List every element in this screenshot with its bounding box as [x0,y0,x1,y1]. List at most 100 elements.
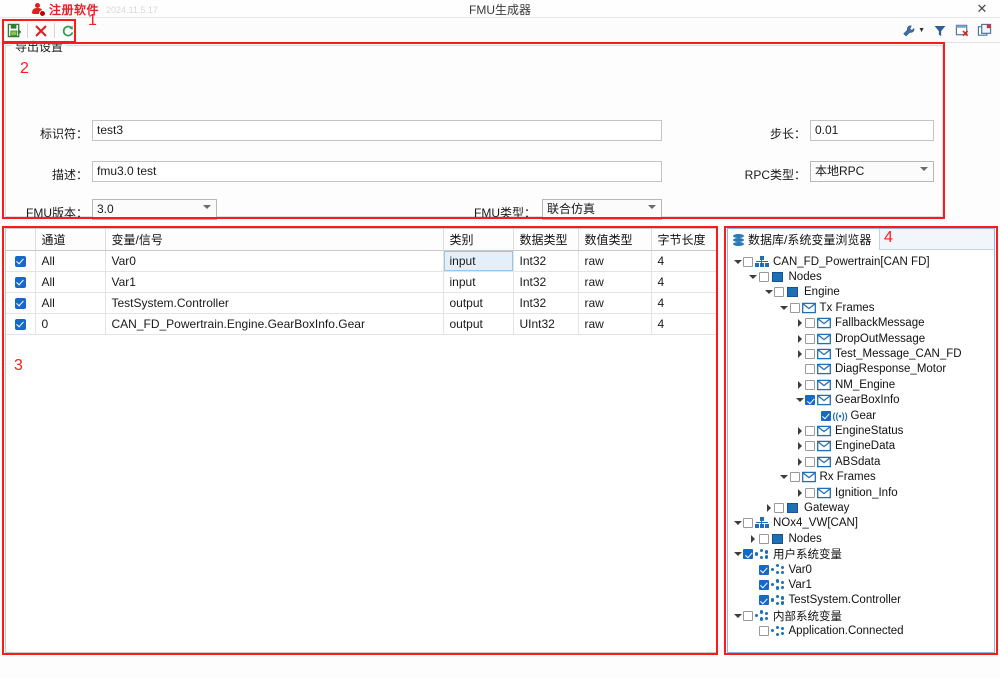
tree-checkbox-checked[interactable] [821,411,831,421]
identifier-input[interactable]: test3 [92,120,662,141]
tree-item[interactable]: Engine [728,285,994,300]
cell-byte-length[interactable]: 4 [651,313,716,334]
tree-checkbox-unchecked[interactable] [805,457,815,467]
chevron-down-icon[interactable] [763,290,774,294]
cell-channel[interactable]: All [35,292,105,313]
cell-value-type[interactable]: raw [578,250,651,271]
cell-channel[interactable]: 0 [35,313,105,334]
cell-byte-length[interactable]: 4 [651,292,716,313]
detach-window-button[interactable] [974,21,994,40]
chevron-right-icon[interactable] [763,504,774,512]
tree-checkbox-checked[interactable] [759,580,769,590]
tree-item[interactable]: DropOutMessage [728,331,994,346]
tree-item[interactable]: EngineData [728,439,994,454]
tree-item[interactable]: Nodes [728,531,994,546]
chevron-down-icon[interactable] [732,614,743,618]
table-header-cell[interactable]: 变量/信号 [105,229,443,250]
cell-byte-length[interactable]: 4 [651,250,716,271]
close-icon[interactable]: ✕ [972,0,992,18]
tree-checkbox-unchecked[interactable] [790,303,800,313]
tree-item[interactable]: ABSdata [728,454,994,469]
checkbox-checked-icon[interactable] [15,256,26,267]
cell-signal[interactable]: TestSystem.Controller [105,292,443,313]
chevron-down-icon[interactable] [732,521,743,525]
table-header-cell[interactable]: 数据类型 [513,229,578,250]
checkbox-checked-icon[interactable] [15,298,26,309]
tree-checkbox-unchecked[interactable] [774,287,784,297]
tree-checkbox-checked[interactable] [743,549,753,559]
tree-checkbox-unchecked[interactable] [805,349,815,359]
tree-item[interactable]: 用户系统变量 [728,546,994,561]
tree-item[interactable]: DiagResponse_Motor [728,362,994,377]
tree-checkbox-checked[interactable] [805,395,815,405]
chevron-right-icon[interactable] [794,335,805,343]
tree-item[interactable]: Application.Connected [728,623,994,638]
tree-item[interactable]: Rx Frames [728,469,994,484]
tree-item[interactable]: CAN_FD_Powertrain[CAN FD] [728,254,994,269]
tree-item[interactable]: TestSystem.Controller [728,593,994,608]
chevron-right-icon[interactable] [748,535,759,543]
tree-item[interactable]: FallbackMessage [728,316,994,331]
close-window-button[interactable] [952,21,972,40]
table-header-cell[interactable]: 字节长度 [651,229,716,250]
tree-checkbox-unchecked[interactable] [805,426,815,436]
cell-data-type[interactable]: UInt32 [513,313,578,334]
tree-checkbox-unchecked[interactable] [743,611,753,621]
tab-database-system-variable-browser[interactable]: 数据库/系统变量浏览器 [728,229,880,250]
chevron-right-icon[interactable] [794,442,805,450]
table-row[interactable]: AllVar1inputInt32raw4 [6,271,716,292]
chevron-right-icon[interactable] [794,489,805,497]
fmu-type-select[interactable]: 联合仿真 [542,199,662,220]
tree-checkbox-checked[interactable] [759,565,769,575]
tree-checkbox-unchecked[interactable] [759,626,769,636]
tree-checkbox-unchecked[interactable] [743,518,753,528]
tree-checkbox-unchecked[interactable] [805,364,815,374]
chevron-right-icon[interactable] [794,381,805,389]
variable-tree[interactable]: CAN_FD_Powertrain[CAN FD]NodesEngineTx F… [728,251,994,652]
signal-table-panel[interactable]: 通道变量/信号类别数据类型数值类型字节长度 AllVar0inputInt32r… [5,228,717,653]
tree-item[interactable]: GearBoxInfo [728,393,994,408]
cell-value-type[interactable]: raw [578,271,651,292]
tree-item[interactable]: Ignition_Info [728,485,994,500]
table-row[interactable]: AllTestSystem.ControlleroutputInt32raw4 [6,292,716,313]
tree-checkbox-unchecked[interactable] [743,257,753,267]
tree-item[interactable]: NOx4_VW[CAN] [728,516,994,531]
row-checkbox-cell[interactable] [6,250,35,271]
tree-item[interactable]: NM_Engine [728,377,994,392]
cell-data-type[interactable]: Int32 [513,292,578,313]
rpc-type-select[interactable]: 本地RPC [810,161,934,182]
cell-value-type[interactable]: raw [578,313,651,334]
checkbox-checked-icon[interactable] [15,319,26,330]
cell-byte-length[interactable]: 4 [651,271,716,292]
checkbox-checked-icon[interactable] [15,277,26,288]
chevron-right-icon[interactable] [794,427,805,435]
chevron-right-icon[interactable] [794,458,805,466]
cell-signal[interactable]: Var0 [105,250,443,271]
cell-category[interactable]: output [443,313,513,334]
tree-item[interactable]: 内部系统变量 [728,608,994,623]
tree-checkbox-unchecked[interactable] [759,534,769,544]
cell-signal[interactable]: CAN_FD_Powertrain.Engine.GearBoxInfo.Gea… [105,313,443,334]
table-header-cell[interactable]: 数值类型 [578,229,651,250]
step-size-input[interactable]: 0.01 [810,120,934,141]
tree-checkbox-unchecked[interactable] [805,318,815,328]
table-row[interactable]: AllVar0inputInt32raw4 [6,250,716,271]
tree-checkbox-unchecked[interactable] [805,380,815,390]
tree-checkbox-checked[interactable] [759,595,769,605]
tree-item[interactable]: ((•))Gear [728,408,994,423]
fmu-version-select[interactable]: 3.0 [92,199,217,220]
tree-item[interactable]: Test_Message_CAN_FD [728,346,994,361]
tree-checkbox-unchecked[interactable] [805,488,815,498]
tree-item[interactable]: Var0 [728,562,994,577]
tree-checkbox-unchecked[interactable] [774,503,784,513]
chevron-down-icon[interactable] [779,306,790,310]
cell-value-type[interactable]: raw [578,292,651,313]
table-header-cell[interactable]: 通道 [35,229,105,250]
tree-checkbox-unchecked[interactable] [805,441,815,451]
cell-channel[interactable]: All [35,250,105,271]
tree-checkbox-unchecked[interactable] [805,334,815,344]
chevron-right-icon[interactable] [794,319,805,327]
row-checkbox-cell[interactable] [6,313,35,334]
chevron-down-icon[interactable]: ▼ [918,27,925,34]
tree-item[interactable]: Var1 [728,577,994,592]
